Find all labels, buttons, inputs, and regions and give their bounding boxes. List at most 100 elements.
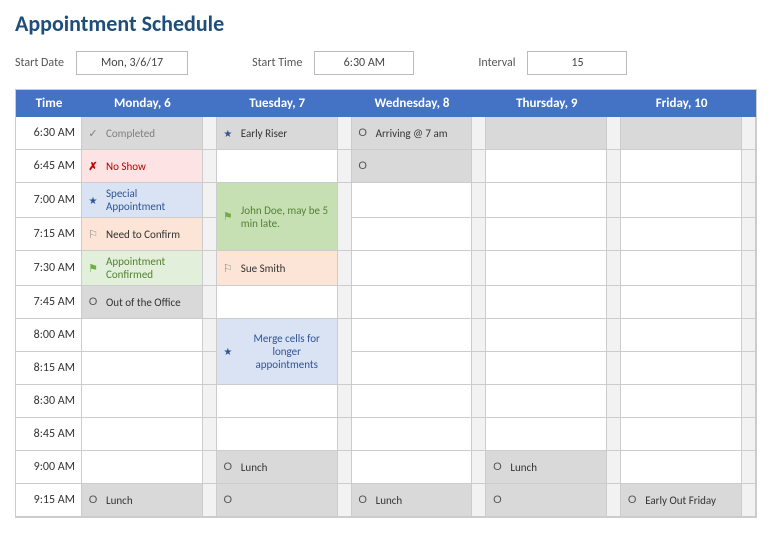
appt-wed-10[interactable] (352, 451, 473, 484)
appt-fri-8[interactable] (621, 385, 742, 418)
appt-tue-6[interactable]: Merge cells for longer appointments (217, 319, 338, 385)
appt-tue-8[interactable] (217, 385, 338, 418)
appt-mon-4[interactable]: Appointment Confirmed (82, 251, 203, 286)
appt-mon-8[interactable] (82, 385, 203, 418)
flag-white-icon (221, 262, 235, 275)
appt-fri-3[interactable] (621, 218, 742, 251)
circle-icon (86, 494, 100, 506)
appt-thu-8[interactable] (486, 385, 607, 418)
appt-tue-10[interactable]: Lunch (217, 451, 338, 484)
interval-input[interactable]: 15 (527, 51, 627, 75)
appt-thu-6[interactable] (486, 319, 607, 352)
appt-fri-4[interactable] (621, 251, 742, 286)
star-icon (221, 127, 235, 140)
appt-fri-5[interactable] (621, 286, 742, 319)
schedule-header: Time Monday, 6 Tuesday, 7 Wednesday, 8 T… (16, 90, 756, 117)
appt-mon-7[interactable] (82, 352, 203, 385)
appt-tue-4[interactable]: Sue Smith (217, 251, 338, 286)
circle-icon (221, 461, 235, 473)
appt-wed-8[interactable] (352, 385, 473, 418)
header-day-wed: Wednesday, 8 (352, 90, 473, 117)
star-icon (86, 194, 100, 207)
appt-mon-3[interactable]: Need to Confirm (82, 218, 203, 251)
flag-green-icon (86, 262, 100, 275)
appt-thu-9[interactable] (486, 418, 607, 451)
appt-thu-4[interactable] (486, 251, 607, 286)
appt-mon-10[interactable] (82, 451, 203, 484)
appt-wed-4[interactable] (352, 251, 473, 286)
start-time-input[interactable]: 6:30 AM (314, 51, 414, 75)
appt-fri-1[interactable] (621, 150, 742, 183)
time-cell: 6:45 AM (16, 150, 82, 183)
circle-icon (490, 461, 504, 473)
time-cell: 7:00 AM (16, 183, 82, 218)
appt-wed-3[interactable] (352, 218, 473, 251)
appt-tue-1[interactable] (217, 150, 338, 183)
appt-thu-0[interactable] (486, 117, 607, 150)
appt-fri-6[interactable] (621, 319, 742, 352)
appt-wed-0[interactable]: Arriving @ 7 am (352, 117, 473, 150)
appt-fri-11[interactable]: Early Out Friday (621, 484, 742, 517)
interval-label: Interval (478, 56, 515, 70)
appt-wed-9[interactable] (352, 418, 473, 451)
appt-wed-6[interactable] (352, 319, 473, 352)
appt-fri-10[interactable] (621, 451, 742, 484)
appt-tue-0[interactable]: Early Riser (217, 117, 338, 150)
time-cell: 8:15 AM (16, 352, 82, 385)
start-date-input[interactable]: Mon, 3/6/17 (76, 51, 188, 75)
start-time-label: Start Time (252, 56, 302, 70)
appt-thu-5[interactable] (486, 286, 607, 319)
time-cell: 8:45 AM (16, 418, 82, 451)
appt-wed-2[interactable] (352, 183, 473, 218)
appt-fri-2[interactable] (621, 183, 742, 218)
appt-wed-1[interactable] (352, 150, 473, 183)
page-title: Appointment Schedule (15, 10, 757, 37)
appt-fri-7[interactable] (621, 352, 742, 385)
appt-mon-0[interactable]: Completed (82, 117, 203, 150)
appt-mon-11[interactable]: Lunch (82, 484, 203, 517)
circle-icon (490, 494, 504, 506)
time-cell: 7:15 AM (16, 218, 82, 251)
time-cell: 9:15 AM (16, 484, 82, 517)
appt-wed-7[interactable] (352, 352, 473, 385)
circle-icon (221, 494, 235, 506)
appt-tue-5[interactable] (217, 286, 338, 319)
schedule-table: Time Monday, 6 Tuesday, 7 Wednesday, 8 T… (15, 89, 757, 518)
appt-tue-9[interactable] (217, 418, 338, 451)
x-icon (86, 160, 100, 173)
appt-thu-3[interactable] (486, 218, 607, 251)
flag-green-icon (221, 210, 235, 223)
circle-icon (625, 494, 639, 506)
flag-white-icon (86, 228, 100, 241)
appt-mon-1[interactable]: No Show (82, 150, 203, 183)
appt-fri-9[interactable] (621, 418, 742, 451)
time-cell: 8:00 AM (16, 319, 82, 352)
appt-thu-11[interactable] (486, 484, 607, 517)
star-icon (221, 345, 235, 358)
appt-thu-7[interactable] (486, 352, 607, 385)
appt-tue-2[interactable]: John Doe, may be 5 min late. (217, 183, 338, 251)
controls-row: Start Date Mon, 3/6/17 Start Time 6:30 A… (15, 51, 757, 75)
appt-tue-11[interactable] (217, 484, 338, 517)
start-date-label: Start Date (15, 56, 64, 70)
time-cell: 7:45 AM (16, 286, 82, 319)
appt-mon-6[interactable] (82, 319, 203, 352)
appt-wed-11[interactable]: Lunch (352, 484, 473, 517)
circle-icon (356, 127, 370, 139)
header-day-tue: Tuesday, 7 (217, 90, 338, 117)
circle-icon (86, 296, 100, 308)
appt-mon-2[interactable]: Special Appointment (82, 183, 203, 218)
appt-fri-0[interactable] (621, 117, 742, 150)
appt-mon-9[interactable] (82, 418, 203, 451)
appt-thu-2[interactable] (486, 183, 607, 218)
circle-icon (356, 160, 370, 172)
circle-icon (356, 494, 370, 506)
time-cell: 9:00 AM (16, 451, 82, 484)
appt-mon-5[interactable]: Out of the Office (82, 286, 203, 319)
appt-thu-10[interactable]: Lunch (486, 451, 607, 484)
schedule-body: 6:30 AM Completed Early Riser Arriving @… (16, 117, 756, 517)
appt-thu-1[interactable] (486, 150, 607, 183)
time-cell: 6:30 AM (16, 117, 82, 150)
header-time: Time (16, 90, 82, 117)
appt-wed-5[interactable] (352, 286, 473, 319)
